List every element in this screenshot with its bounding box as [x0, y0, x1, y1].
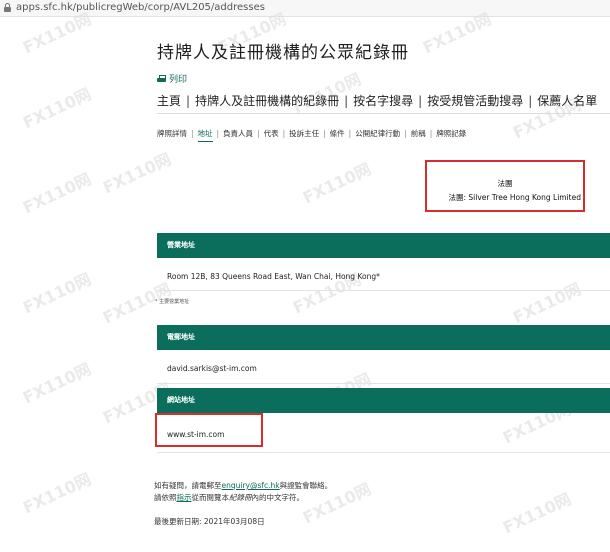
business-address-value: Room 12B, 83 Queens Road East, Wan Chai,…: [167, 272, 380, 281]
watermark: FX110网: [500, 489, 574, 538]
enquiry-email-link[interactable]: enquiry@sfc.hk: [222, 481, 280, 490]
footer-contact-line: 如有疑問，請電郵至enquiry@sfc.hk與證監會聯絡。: [154, 480, 332, 491]
address-footnote: * 主要營業地址: [155, 299, 190, 305]
website-highlight-box: [155, 413, 263, 447]
last-updated: 最後更新日期: 2021年03月08日: [154, 517, 265, 526]
tab-conditions[interactable]: 條件: [330, 129, 345, 138]
tab-separator: |: [348, 129, 352, 138]
tab-separator: |: [429, 129, 433, 138]
tab-separator: |: [282, 129, 286, 138]
business-address-header: 營業地址: [157, 233, 610, 258]
instructions-link[interactable]: 指示: [177, 493, 192, 502]
watermark: FX110网: [20, 169, 94, 218]
watermark: FX110网: [20, 269, 94, 318]
footer-text: 與證監會聯絡。: [279, 481, 333, 490]
footer-text: 請依照: [154, 493, 177, 502]
watermark: FX110网: [300, 159, 374, 208]
footer-text: 從而閱覽本: [191, 493, 230, 502]
section-divider: [157, 452, 610, 453]
tab-licence-record[interactable]: 牌照記錄: [436, 129, 466, 138]
main-nav: 主頁 | 持牌人及註冊機構的紀錄冊 | 按名字搜尋 | 按受規管活動搜尋 | 保薦人名單: [157, 92, 597, 109]
tab-addresses[interactable]: 地址: [197, 129, 213, 142]
tab-complaints-officer[interactable]: 投訴主任: [289, 129, 319, 138]
browser-url-bar[interactable]: apps.sfc.hk/publicregWeb/corp/AVL205/add…: [0, 0, 610, 17]
nav-divider: [157, 113, 610, 114]
nav-search-by-name[interactable]: 按名字搜尋: [353, 94, 413, 108]
watermark: FX110网: [510, 279, 584, 328]
entity-type-label: 法團: [497, 179, 513, 188]
watermark: FX110网: [20, 469, 94, 518]
nav-sponsor-list[interactable]: 保薦人名單: [537, 94, 597, 108]
watermark: FX110网: [20, 84, 94, 133]
url-text[interactable]: apps.sfc.hk/publicregWeb/corp/AVL205/add…: [16, 0, 265, 16]
tab-separator: |: [191, 129, 194, 138]
section-divider: [157, 383, 610, 384]
email-address-value[interactable]: david.sarkis@st-im.com: [167, 364, 257, 373]
nav-separator: |: [344, 94, 349, 108]
footer-text: 如有疑問，請電郵至: [154, 481, 222, 490]
footer-register-term: 紀錄冊: [229, 493, 252, 502]
tab-separator: |: [257, 129, 260, 138]
tab-former-names[interactable]: 前稱: [411, 129, 426, 138]
tab-representatives[interactable]: 代表: [264, 129, 279, 138]
watermark: FX110网: [100, 149, 174, 198]
nav-search-by-activity[interactable]: 按受規管活動搜尋: [427, 94, 523, 108]
footer-text: 內的中文字符。: [251, 493, 305, 502]
print-button[interactable]: 列印: [157, 72, 187, 85]
footer-instruction-line: 請依照指示從而閱覽本紀錄冊內的中文字符。: [154, 492, 304, 503]
nav-separator: |: [418, 94, 423, 108]
sub-tabs: 牌照詳情 | 地址 | 負責人員 | 代表 | 投訴主任 | 條件 | 公開紀律行動 | 前稱 | 牌照記錄: [157, 128, 466, 142]
printer-icon: [157, 74, 166, 83]
tab-disciplinary-actions[interactable]: 公開紀律行動: [355, 129, 400, 138]
nav-home[interactable]: 主頁: [157, 94, 181, 108]
tab-separator: |: [404, 129, 407, 138]
email-address-header: 電郵地址: [157, 325, 610, 350]
website-address-header: 網站地址: [157, 388, 610, 413]
section-divider: [157, 290, 610, 291]
tab-separator: |: [323, 129, 326, 138]
tab-licence-details[interactable]: 牌照詳情: [157, 129, 187, 138]
nav-register[interactable]: 持牌人及註冊機構的紀錄冊: [195, 94, 339, 108]
entity-name: 法團: Silver Tree Hong Kong Limited: [448, 193, 582, 202]
tab-responsible-officers[interactable]: 負責人員: [223, 129, 253, 138]
lock-icon: [4, 3, 11, 12]
page-title: 持牌人及註冊機構的公眾紀錄冊: [157, 43, 409, 63]
watermark: FX110网: [20, 359, 94, 408]
nav-separator: |: [528, 94, 533, 108]
nav-separator: |: [186, 94, 191, 108]
print-label: 列印: [169, 75, 188, 85]
tab-separator: |: [216, 129, 220, 138]
